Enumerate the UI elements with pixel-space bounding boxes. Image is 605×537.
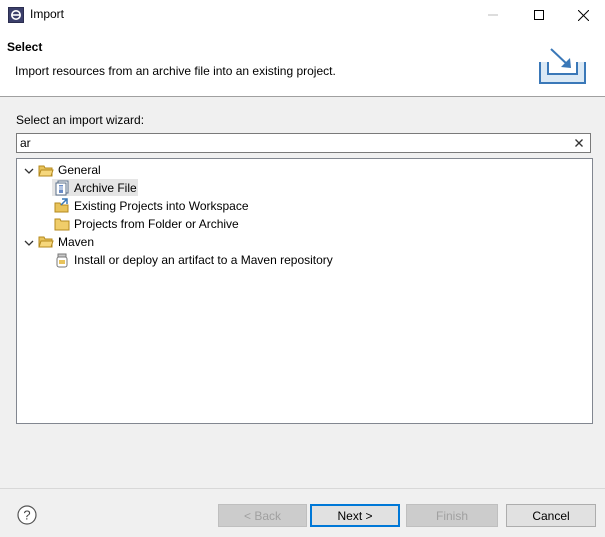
- folder-open-icon: [38, 236, 54, 248]
- existing-projects-icon: [54, 198, 69, 213]
- import-wizard-icon: [539, 48, 586, 84]
- cancel-button[interactable]: Cancel: [506, 504, 596, 527]
- eclipse-icon: [8, 7, 24, 23]
- footer-separator: [0, 488, 605, 489]
- maximize-button[interactable]: [516, 0, 562, 30]
- page-description: Import resources from an archive file in…: [15, 64, 336, 78]
- minimize-button[interactable]: [470, 0, 516, 30]
- folder-icon: [54, 218, 70, 231]
- archive-file-icon: [55, 180, 69, 196]
- close-button[interactable]: [560, 0, 605, 30]
- chevron-down-icon[interactable]: [23, 165, 35, 177]
- folder-open-icon: [38, 165, 54, 177]
- minimize-icon: [488, 14, 498, 16]
- clear-icon: [575, 139, 583, 147]
- svg-text:?: ?: [23, 508, 30, 523]
- maven-jar-icon: [56, 253, 68, 268]
- next-button[interactable]: Next >: [310, 504, 400, 527]
- wizard-filter-input[interactable]: [20, 135, 560, 151]
- filter-field: [16, 133, 591, 153]
- tree-label-existing-projects: Existing Projects into Workspace: [74, 199, 249, 213]
- tree-label-projects-from-folder: Projects from Folder or Archive: [74, 217, 239, 231]
- wizard-tree[interactable]: General Archive File Existing Projects i…: [16, 158, 593, 424]
- clear-filter-button[interactable]: [572, 136, 586, 150]
- chevron-down-icon[interactable]: [23, 237, 35, 249]
- tree-label-archive-file: Archive File: [74, 181, 137, 195]
- close-icon: [577, 9, 589, 21]
- title-bar: Import: [0, 0, 605, 30]
- tree-label-maven: Maven: [58, 235, 95, 249]
- maximize-icon: [534, 10, 544, 20]
- finish-button[interactable]: Finish: [406, 504, 498, 527]
- tree-label-install-deploy: Install or deploy an artifact to a Maven…: [74, 253, 333, 267]
- tree-label-general: General: [58, 163, 101, 177]
- window-title: Import: [30, 7, 65, 21]
- page-title: Select: [7, 40, 43, 54]
- help-icon[interactable]: ?: [17, 505, 37, 525]
- select-wizard-label: Select an import wizard:: [16, 113, 145, 127]
- back-button[interactable]: < Back: [218, 504, 307, 527]
- wizard-header: Select Import resources from an archive …: [0, 30, 605, 97]
